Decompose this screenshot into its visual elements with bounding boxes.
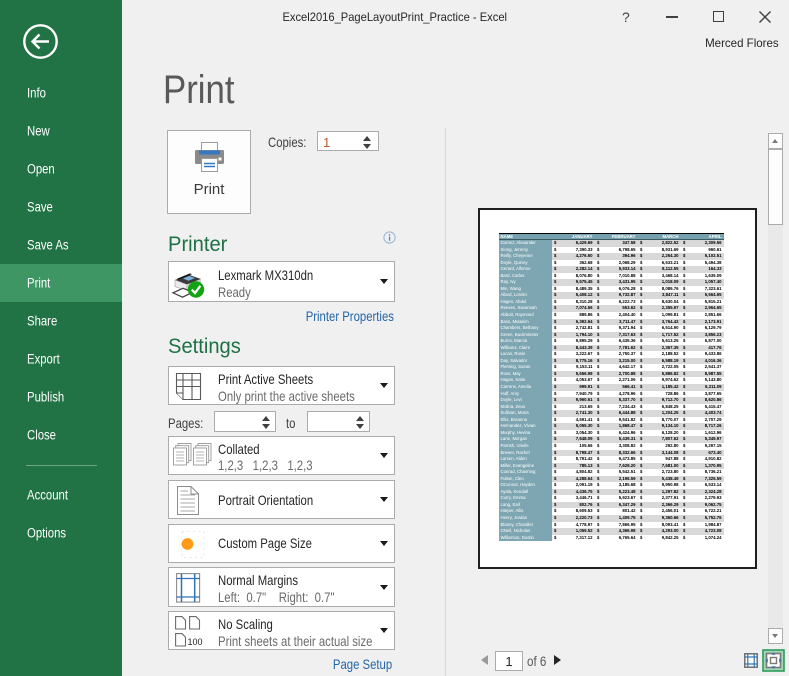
- svg-text:100: 100: [188, 637, 203, 647]
